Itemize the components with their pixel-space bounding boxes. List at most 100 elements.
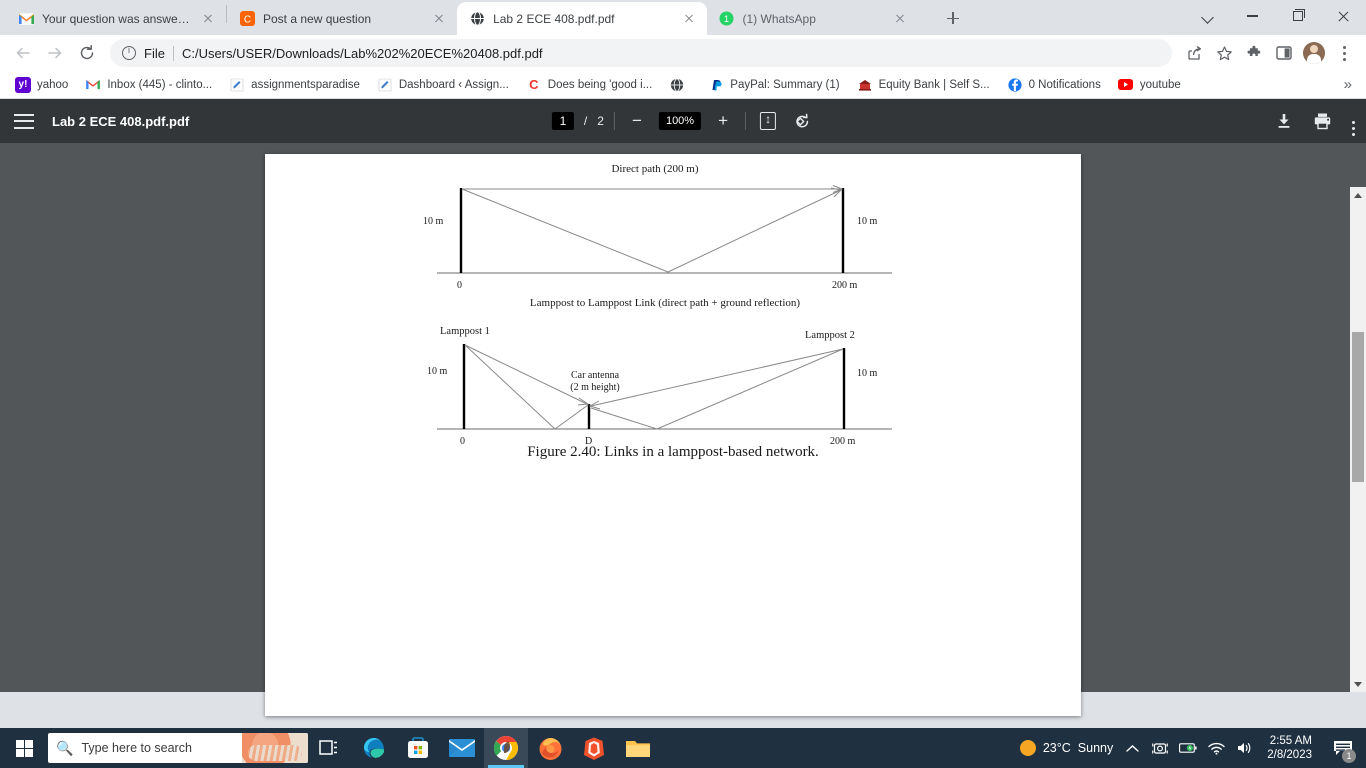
camera-icon[interactable] (1151, 739, 1169, 757)
taskbar-app-mozilla-firefox[interactable] (528, 728, 572, 768)
equity-icon (857, 77, 873, 93)
browser-tab-label: Your question was answered - ke (42, 11, 192, 26)
bookmark-yahoo[interactable]: y! yahoo (8, 74, 75, 96)
bookmark-globe[interactable] (662, 74, 698, 96)
side-panel-icon[interactable] (1270, 39, 1298, 67)
taskbar-app-brave-browser[interactable] (572, 728, 616, 768)
microsoft-edge-icon (364, 738, 384, 758)
search-decoration-image (242, 733, 308, 763)
zoom-out-button[interactable]: − (625, 109, 649, 133)
profile-avatar[interactable] (1300, 39, 1328, 67)
bookmark-paypal[interactable]: PayPal: Summary (1) (701, 74, 846, 96)
gmail-icon (18, 11, 34, 27)
facebook-icon (1007, 77, 1023, 93)
bookmark-inbox[interactable]: Inbox (445) - clinto... (78, 74, 219, 96)
browser-tab-3[interactable]: 1 (1) WhatsApp (707, 2, 933, 35)
lamppost-2-label: Lamppost 2 (805, 330, 855, 341)
chrome-menu-button[interactable] (1330, 39, 1358, 67)
browser-tab-label: (1) WhatsApp (742, 11, 816, 26)
taskbar-app-microsoft-store[interactable] (396, 728, 440, 768)
address-bar[interactable]: File C:/Users/USER/Downloads/Lab%202%20E… (110, 39, 1172, 67)
tab-close-icon[interactable] (431, 11, 447, 27)
bookmark-label: Dashboard ‹ Assign... (398, 78, 509, 91)
maximize-button[interactable] (1275, 0, 1320, 32)
more-kebab-icon (1342, 45, 1346, 61)
vertical-scrollbar[interactable] (1350, 187, 1366, 692)
taskbar-app-mail[interactable] (440, 728, 484, 768)
bookmark-label: 0 Notifications (1028, 78, 1101, 91)
share-icon[interactable] (1180, 39, 1208, 67)
close-window-button[interactable] (1320, 0, 1366, 32)
zoom-level-input[interactable]: 100% (658, 112, 702, 130)
whatsapp-icon: 1 (719, 11, 735, 27)
taskbar-app-microsoft-edge[interactable] (352, 728, 396, 768)
bookmark-youtube[interactable]: youtube (1111, 74, 1188, 96)
scrollbar-thumb[interactable] (1352, 332, 1364, 482)
extensions-puzzle-icon[interactable] (1240, 39, 1268, 67)
tab-close-icon[interactable] (681, 11, 697, 27)
page-number-input[interactable]: 1 (551, 112, 574, 130)
battery-icon[interactable] (1179, 739, 1197, 757)
bookmark-label: assignmentsparadise (251, 78, 360, 91)
bookmark-facebook-notifications[interactable]: 0 Notifications (1000, 74, 1108, 96)
print-button[interactable] (1313, 112, 1332, 130)
tab-strip: Your question was answered - ke C Post a… (0, 0, 1366, 35)
minimize-button[interactable] (1230, 0, 1275, 32)
task-view-button[interactable] (308, 728, 352, 768)
taskbar-app-google-chrome[interactable] (484, 728, 528, 768)
taskbar-clock[interactable]: 2:55 AM 2/8/2023 (1263, 734, 1316, 762)
action-center-button[interactable]: 1 (1326, 728, 1360, 768)
mail-icon (449, 739, 475, 757)
lamppost-1-label: Lamppost 1 (440, 326, 490, 337)
tab-close-icon[interactable] (892, 11, 908, 27)
start-button[interactable] (0, 728, 48, 768)
wifi-icon[interactable] (1207, 739, 1225, 757)
top-x-end-label: 200 m (832, 280, 858, 291)
bookmark-star-icon[interactable] (1210, 39, 1238, 67)
bookmark-dashboard[interactable]: Dashboard ‹ Assign... (370, 74, 516, 96)
rotate-button[interactable] (790, 109, 814, 133)
pdf-toolbar: Lab 2 ECE 408.pdf.pdf 1 / 2 − 100% + (0, 99, 1366, 143)
pencil-icon (377, 77, 393, 93)
browser-tab-label: Lab 2 ECE 408.pdf.pdf (493, 11, 615, 26)
weather-condition: Sunny (1077, 741, 1114, 755)
brave-browser-icon (584, 737, 604, 760)
chegg-icon: C (529, 77, 539, 92)
svg-text:C: C (243, 15, 250, 26)
weather-widget[interactable]: 23°C Sunny (1019, 740, 1114, 756)
fit-to-page-icon (760, 111, 777, 130)
bookmark-chegg-question[interactable]: C Does being 'good i... (519, 74, 660, 96)
bookmark-equity-bank[interactable]: Equity Bank | Self S... (850, 74, 997, 96)
back-button[interactable] (8, 38, 38, 68)
task-view-icon (319, 740, 337, 755)
taskbar-app-file-explorer[interactable] (616, 728, 660, 768)
globe-icon (469, 11, 485, 27)
bookmarks-overflow-button[interactable]: » (1344, 76, 1358, 93)
fit-to-page-button[interactable] (756, 109, 780, 133)
taskbar-search-box[interactable]: 🔍 Type here to search (48, 733, 308, 763)
top-right-height-label: 10 m (857, 216, 878, 227)
hamburger-icon[interactable] (14, 113, 34, 129)
tab-close-icon[interactable] (200, 11, 216, 27)
rotate-icon (795, 113, 808, 127)
download-icon (1278, 114, 1290, 128)
chevron-down-icon (1202, 11, 1213, 22)
show-hidden-icons-chevron[interactable] (1123, 739, 1141, 757)
bottom-right-height-label: 10 m (857, 368, 878, 379)
browser-tab-0[interactable]: Your question was answered - ke (6, 2, 226, 35)
avatar (1303, 42, 1325, 64)
reload-button[interactable] (72, 38, 102, 68)
bookmark-assignmentsparadise[interactable]: assignmentsparadise (222, 74, 367, 96)
site-info-icon[interactable] (122, 45, 136, 60)
download-button[interactable] (1275, 112, 1293, 130)
forward-button[interactable] (40, 38, 70, 68)
volume-icon[interactable] (1235, 739, 1253, 757)
scroll-up-arrow-icon[interactable] (1350, 187, 1366, 203)
browser-tab-1[interactable]: C Post a new question (227, 2, 457, 35)
new-tab-button[interactable] (939, 4, 967, 32)
zoom-in-button[interactable]: + (711, 109, 735, 133)
browser-tab-2[interactable]: Lab 2 ECE 408.pdf.pdf (457, 2, 707, 35)
scroll-down-arrow-icon[interactable] (1350, 676, 1366, 692)
tab-search-button[interactable] (1185, 0, 1230, 32)
pdf-scroll-area[interactable]: Direct path (200 m) 10 m 10 m 0 200 m La… (0, 143, 1366, 716)
